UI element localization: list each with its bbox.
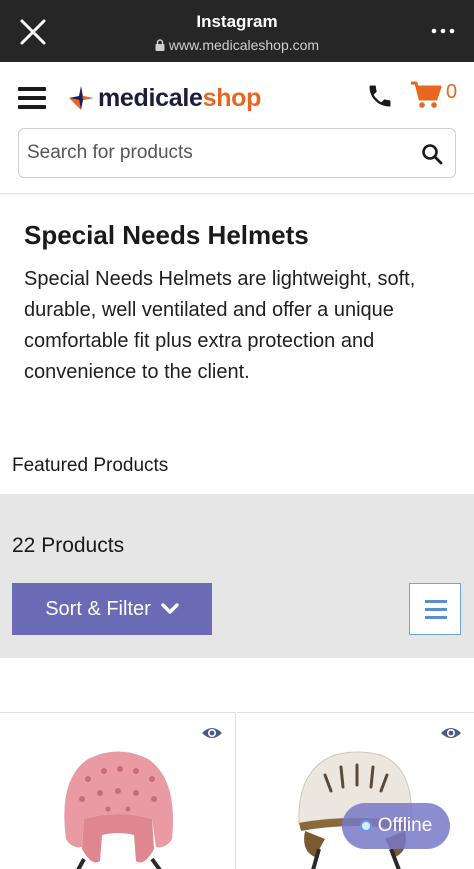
chat-status-label: Offline [377, 815, 433, 836]
browser-url-text: www.medicaleshop.com [168, 37, 320, 53]
logo-star-icon [69, 86, 93, 110]
more-options-icon[interactable] [430, 23, 456, 39]
featured-products-label: Featured Products [12, 455, 169, 476]
browser-title: Instagram [196, 12, 278, 31]
search-icon[interactable] [421, 143, 443, 165]
lock-icon [155, 39, 165, 51]
page-title: Special Needs Helmets [24, 220, 309, 250]
eye-icon[interactable] [201, 725, 223, 741]
site-logo[interactable]: medicaleshop [66, 82, 261, 114]
pink-helmet-image[interactable] [48, 739, 188, 869]
phone-icon[interactable] [366, 82, 394, 110]
category-description-box: Special Needs Helmets are lightweight, s… [24, 264, 454, 396]
product-card[interactable] [0, 712, 236, 869]
search-box[interactable] [18, 128, 456, 178]
list-view-toggle[interactable] [409, 583, 461, 635]
category-description: Special Needs Helmets are lightweight, s… [24, 268, 416, 383]
chat-status-button[interactable]: Offline [342, 803, 450, 849]
in-app-browser-bar: Instagram www.medicaleshop.com [0, 0, 474, 62]
listing-toolbar: 22 Products Sort & Filter [0, 494, 474, 658]
sort-filter-label: Sort & Filter [45, 597, 151, 620]
site-header: medicaleshop 0 [0, 62, 474, 194]
product-count: 22 Products [12, 534, 125, 557]
search-input[interactable] [27, 129, 417, 177]
description-fade [24, 384, 454, 396]
sort-filter-button[interactable]: Sort & Filter [12, 583, 212, 635]
status-dot-icon [359, 820, 372, 832]
logo-text: medicaleshop [98, 83, 262, 112]
menu-icon[interactable] [18, 87, 46, 111]
chevron-down-icon [161, 603, 179, 614]
cart-icon[interactable] [410, 80, 442, 110]
browser-url: www.medicaleshop.com [0, 37, 474, 53]
cart-count[interactable]: 0 [446, 81, 457, 104]
eye-icon[interactable] [440, 725, 462, 741]
